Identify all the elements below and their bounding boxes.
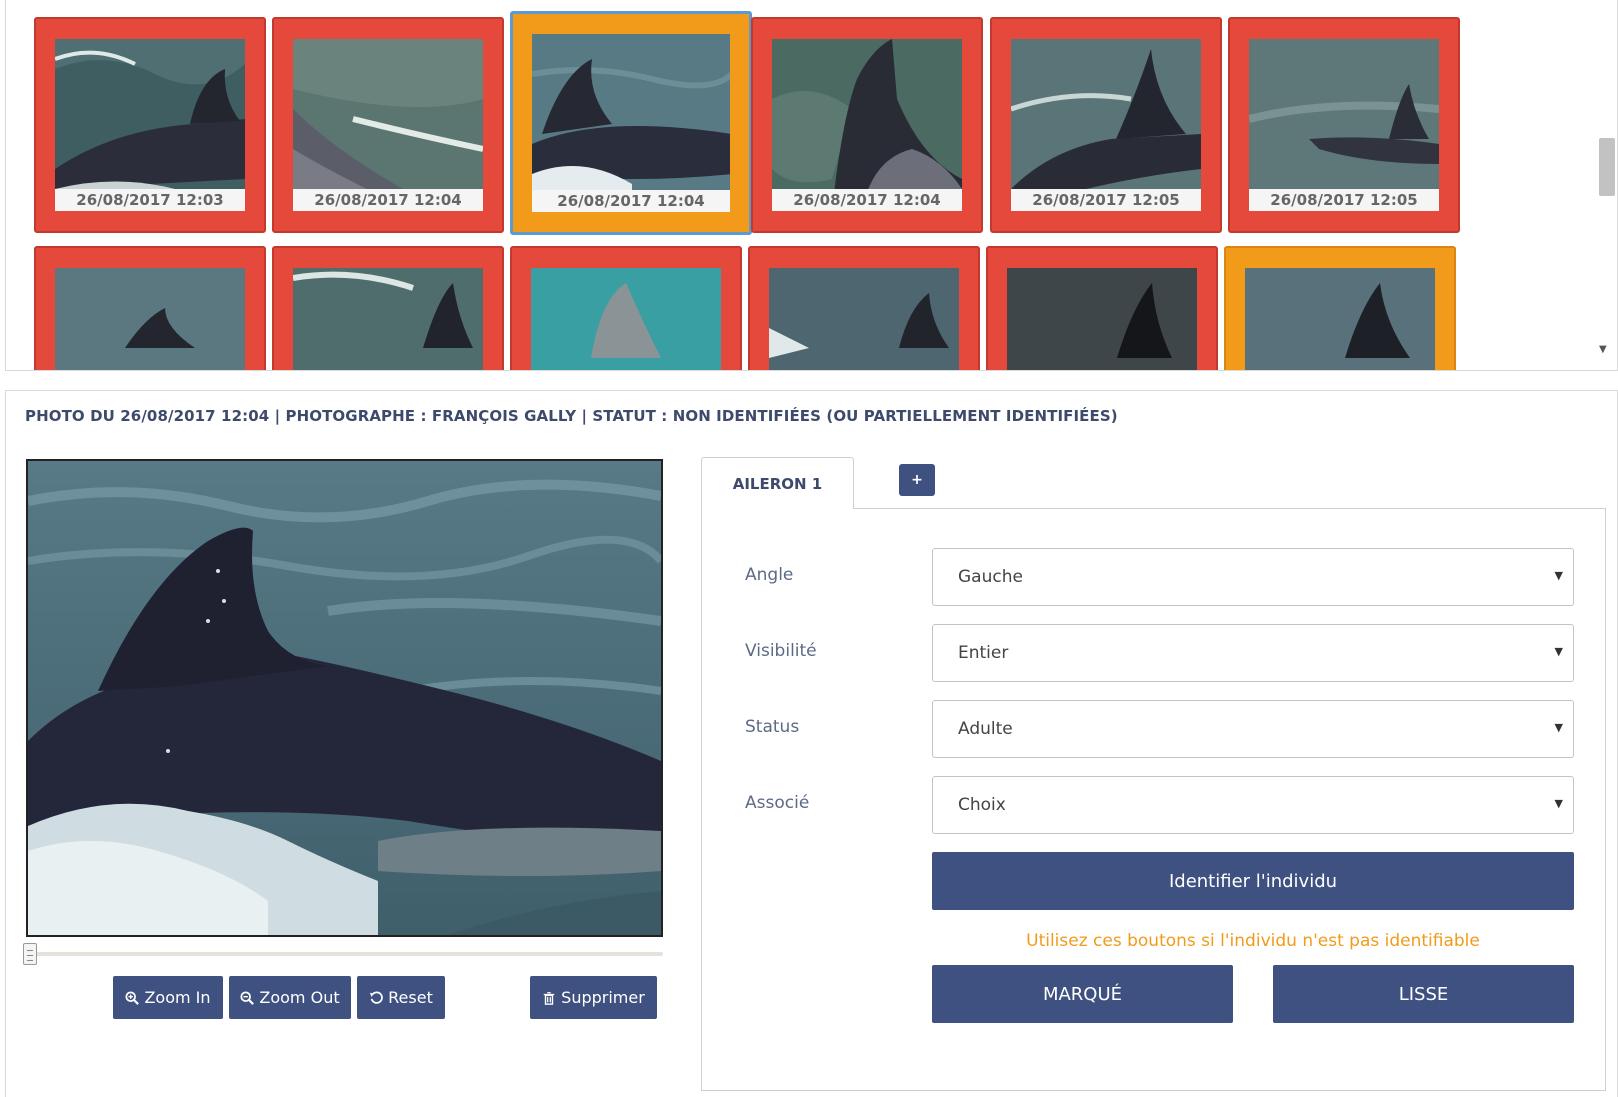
scrollbar-thumb[interactable] — [1599, 138, 1615, 196]
smooth-button[interactable]: LISSE — [1273, 965, 1574, 1023]
gallery-scrollbar[interactable]: ▼ — [1594, 0, 1615, 355]
gallery-thumbnail[interactable]: 26/08/2017 12:05 — [990, 17, 1222, 233]
identify-individual-button[interactable]: Identifier l'individu — [932, 852, 1574, 910]
thumbnail-date: 26/08/2017 12:05 — [1011, 189, 1201, 211]
gallery-thumbnail[interactable]: 26/08/2017 12:04 — [272, 17, 504, 233]
gallery-thumbnail[interactable] — [272, 246, 504, 370]
dolphin-photo-thumbnail — [1007, 268, 1197, 370]
angle-select[interactable]: Gauche ▼ — [932, 548, 1574, 606]
associate-select[interactable]: Choix ▼ — [932, 776, 1574, 834]
gallery-thumbnail[interactable] — [34, 246, 266, 370]
delete-button[interactable]: Supprimer — [530, 976, 657, 1019]
gallery-thumbnail[interactable]: 26/08/2017 12:04 — [751, 17, 983, 233]
gallery-thumbnail[interactable] — [1224, 246, 1456, 370]
photo-viewer[interactable] — [26, 459, 663, 937]
thumbnail-date: 26/08/2017 12:05 — [1249, 189, 1439, 211]
gallery-thumbnail-selected[interactable]: 26/08/2017 12:04 — [510, 11, 752, 235]
visibility-value: Entier — [958, 643, 1009, 663]
visibility-select[interactable]: Entier ▼ — [932, 624, 1574, 682]
photo-info-header: PHOTO DU 26/08/2017 12:04 | PHOTOGRAPHE … — [25, 407, 1118, 425]
status-select[interactable]: Adulte ▼ — [932, 700, 1574, 758]
dolphin-photo-thumbnail: 26/08/2017 12:04 — [772, 39, 962, 211]
dolphin-photo-thumbnail — [531, 268, 721, 370]
delete-label: Supprimer — [561, 988, 645, 1007]
dolphin-photo-thumbnail — [55, 268, 245, 370]
dolphin-photo-thumbnail: 26/08/2017 12:03 — [55, 39, 245, 211]
dolphin-photo-thumbnail — [293, 268, 483, 370]
gallery-thumbnail[interactable] — [986, 246, 1218, 370]
angle-value: Gauche — [958, 567, 1023, 587]
dolphin-photo-thumbnail — [1245, 268, 1435, 370]
thumbnail-date: 26/08/2017 12:03 — [55, 189, 245, 211]
zoom-slider-handle[interactable] — [23, 943, 37, 965]
gallery-thumbnail[interactable] — [748, 246, 980, 370]
dolphin-photo-thumbnail: 26/08/2017 12:04 — [293, 39, 483, 211]
add-tab-button[interactable]: + — [899, 464, 935, 496]
angle-label: Angle — [745, 565, 794, 585]
photo-detail-panel: PHOTO DU 26/08/2017 12:04 | PHOTOGRAPHE … — [5, 390, 1618, 1097]
gallery-thumbnail[interactable]: 26/08/2017 12:03 — [34, 17, 266, 233]
undo-icon — [370, 991, 383, 1004]
gallery-thumbnail[interactable] — [510, 246, 742, 370]
associate-label: Associé — [745, 793, 810, 813]
dolphin-fin-photo — [28, 461, 661, 935]
dolphin-photo-thumbnail: 26/08/2017 12:04 — [532, 34, 730, 212]
visibility-label: Visibilité — [745, 641, 817, 661]
zoom-in-label: Zoom In — [144, 988, 211, 1007]
tab-aileron-1[interactable]: AILERON 1 — [701, 457, 854, 509]
dropdown-caret-icon: ▼ — [1554, 721, 1563, 734]
scroll-down-arrow-icon[interactable]: ▼ — [1599, 344, 1607, 355]
dropdown-caret-icon: ▼ — [1554, 569, 1563, 582]
marked-button[interactable]: MARQUÉ — [932, 965, 1233, 1023]
dolphin-photo-thumbnail: 26/08/2017 12:05 — [1249, 39, 1439, 211]
reset-label: Reset — [388, 988, 433, 1007]
zoom-slider-track[interactable] — [26, 952, 663, 956]
thumbnail-date: 26/08/2017 12:04 — [772, 189, 962, 211]
status-label: Status — [745, 717, 800, 737]
status-value: Adulte — [958, 719, 1013, 739]
zoom-out-icon — [240, 990, 255, 1005]
zoom-in-button[interactable]: Zoom In — [113, 976, 223, 1019]
dolphin-photo-thumbnail — [769, 268, 959, 370]
dropdown-caret-icon: ▼ — [1554, 797, 1563, 810]
photo-gallery: 26/08/2017 12:03 26/08/2017 12:04 26/08/… — [5, 0, 1618, 371]
zoom-out-label: Zoom Out — [259, 988, 340, 1007]
zoom-in-icon — [125, 990, 140, 1005]
dolphin-photo-thumbnail: 26/08/2017 12:05 — [1011, 39, 1201, 211]
trash-icon — [543, 991, 555, 1005]
thumbnail-date: 26/08/2017 12:04 — [532, 190, 730, 212]
gallery-thumbnail[interactable]: 26/08/2017 12:05 — [1228, 17, 1460, 233]
associate-value: Choix — [958, 795, 1006, 815]
dropdown-caret-icon: ▼ — [1554, 645, 1563, 658]
reset-button[interactable]: Reset — [357, 976, 445, 1019]
unidentifiable-hint: Utilisez ces boutons si l'individu n'est… — [1026, 931, 1480, 951]
thumbnail-date: 26/08/2017 12:04 — [293, 189, 483, 211]
zoom-out-button[interactable]: Zoom Out — [229, 976, 351, 1019]
